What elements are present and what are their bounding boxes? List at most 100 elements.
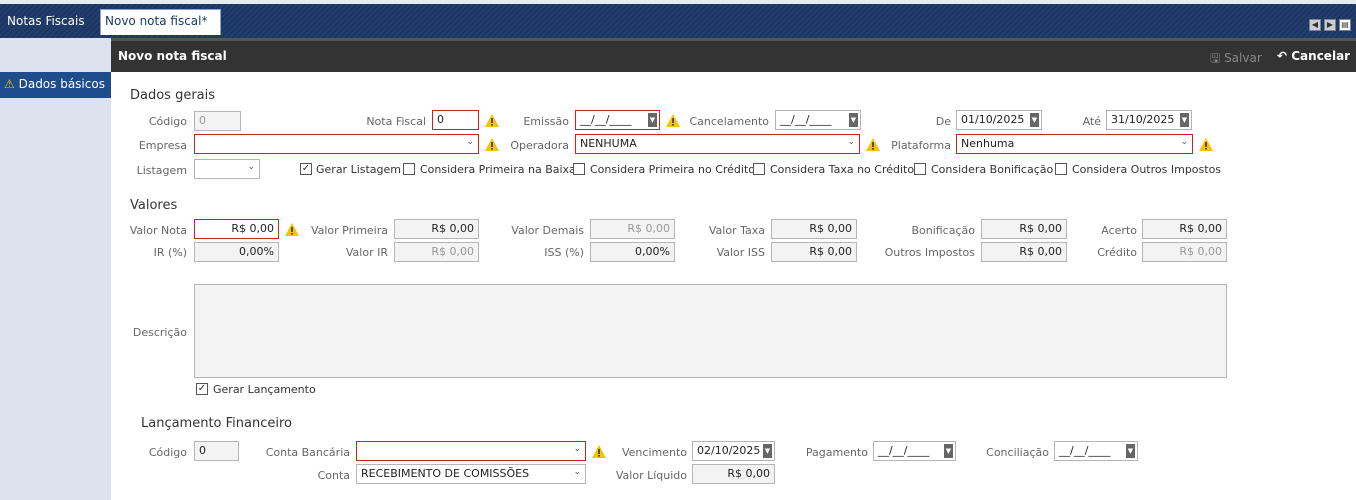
section-lancamento-financeiro: Lançamento Financeiro: [141, 416, 293, 431]
ate-label: Até: [1082, 115, 1101, 128]
gerar-listagem-label: Gerar Listagem: [316, 163, 402, 176]
valor-primeira-field[interactable]: R$ 0,00: [394, 219, 479, 239]
valor-liquido-label: Valor Líquido: [615, 469, 687, 482]
considera-outros-impostos-label: Considera Outros Impostos: [1072, 163, 1222, 176]
emissao-date-field[interactable]: __/__/____ ▼: [575, 110, 660, 130]
pagamento-date-field[interactable]: __/__/____ ▼: [873, 441, 956, 461]
lanc-codigo-label: Código: [148, 446, 187, 459]
warning-icon: [485, 114, 499, 127]
iss-field[interactable]: 0,00%: [590, 242, 675, 262]
codigo-label: Código: [148, 115, 187, 128]
warning-icon: [285, 223, 299, 236]
ir-label: IR (%): [153, 246, 187, 259]
section-dados-gerais: Dados gerais: [130, 88, 216, 103]
lanc-codigo-field[interactable]: 0: [194, 441, 239, 461]
ate-date-field[interactable]: 31/10/2025 ▼: [1106, 110, 1192, 130]
listagem-label: Listagem: [136, 164, 187, 177]
acerto-field[interactable]: R$ 0,00: [1142, 219, 1227, 239]
conta-bancaria-label: Conta Bancária: [265, 446, 350, 459]
ir-field[interactable]: 0,00%: [194, 242, 279, 262]
calendar-dropdown-icon[interactable]: ▼: [648, 113, 657, 127]
chevron-down-icon: ⌄: [247, 162, 255, 172]
valor-liquido-field[interactable]: R$ 0,00: [692, 464, 775, 484]
chevron-down-icon: ⌄: [1180, 137, 1188, 147]
considera-taxa-credito-label: Considera Taxa no Crédito: [770, 163, 915, 176]
codigo-field[interactable]: 0: [194, 111, 241, 131]
save-button[interactable]: 🖫 Salvar: [1210, 49, 1262, 70]
tab-bar: Notas Fiscais Novo nota fiscal* ◀ ▶ ▤: [0, 0, 1356, 38]
plataforma-label: Plataforma: [891, 139, 951, 152]
gerar-lancamento-checkbox[interactable]: ✓: [196, 383, 208, 395]
cancelamento-date-field[interactable]: __/__/____ ▼: [775, 110, 861, 130]
empresa-label: Empresa: [138, 139, 187, 152]
sidebar: ⚠ Dados básicos: [0, 38, 111, 500]
credito-field[interactable]: R$ 0,00: [1142, 242, 1227, 262]
tab-notas-fiscais[interactable]: Notas Fiscais: [0, 8, 92, 38]
warning-icon: [1199, 138, 1213, 151]
gerar-lancamento-label: Gerar Lançamento: [213, 383, 316, 396]
undo-icon: ↶: [1277, 49, 1288, 63]
chevron-down-icon: ⌄: [573, 444, 581, 454]
credito-label: Crédito: [1097, 246, 1137, 259]
pagamento-label: Pagamento: [805, 446, 868, 459]
considera-primeira-credito-checkbox[interactable]: [573, 163, 585, 175]
conta-bancaria-select[interactable]: ⌄: [356, 441, 586, 461]
descricao-label: Descrição: [132, 326, 187, 339]
de-date-field[interactable]: 01/10/2025 ▼: [956, 110, 1042, 130]
cancel-button[interactable]: ↶ Cancelar: [1277, 49, 1350, 63]
calendar-dropdown-icon[interactable]: ▼: [1030, 113, 1039, 127]
valor-taxa-field[interactable]: R$ 0,00: [771, 219, 857, 239]
calendar-dropdown-icon[interactable]: ▼: [763, 444, 772, 458]
conciliacao-date-field[interactable]: __/__/____ ▼: [1054, 441, 1138, 461]
warning-icon: [866, 138, 880, 151]
valor-ir-field[interactable]: R$ 0,00: [394, 242, 479, 262]
operadora-select[interactable]: NENHUMA ⌄: [575, 134, 860, 154]
considera-outros-impostos-checkbox[interactable]: [1055, 163, 1067, 175]
considera-primeira-baixa-label: Considera Primeira na Baixa: [420, 163, 576, 176]
panel-title: Novo nota fiscal: [118, 49, 227, 63]
chevron-down-icon: ⌄: [466, 137, 474, 147]
calendar-dropdown-icon[interactable]: ▼: [944, 444, 953, 458]
tab-novo-nota-fiscal[interactable]: Novo nota fiscal*: [100, 9, 221, 35]
considera-bonificacao-label: Considera Bonificação: [931, 163, 1054, 176]
listagem-select[interactable]: ⌄: [194, 159, 260, 179]
section-valores: Valores: [130, 198, 178, 213]
plataforma-select[interactable]: Nenhuma ⌄: [956, 134, 1193, 154]
vencimento-date-field[interactable]: 02/10/2025 ▼: [692, 441, 775, 461]
valor-demais-field[interactable]: R$ 0,00: [590, 219, 675, 239]
tab-next-icon[interactable]: ▶: [1324, 19, 1336, 31]
tab-list-icon[interactable]: ▤: [1339, 19, 1351, 31]
chevron-down-icon: ⌄: [847, 137, 855, 147]
form-panel: Novo nota fiscal 🖫 Salvar ↶ Cancelar: [111, 38, 1356, 500]
valor-nota-field[interactable]: R$ 0,00: [194, 219, 279, 239]
calendar-dropdown-icon[interactable]: ▼: [1180, 113, 1189, 127]
calendar-dropdown-icon[interactable]: ▼: [1126, 444, 1135, 458]
gerar-listagem-checkbox[interactable]: ✓: [300, 163, 312, 175]
valor-taxa-label: Valor Taxa: [708, 224, 765, 237]
outros-impostos-label: Outros Impostos: [884, 246, 975, 259]
descricao-textarea[interactable]: [194, 284, 1227, 378]
tab-prev-icon[interactable]: ◀: [1309, 19, 1321, 31]
bonificacao-label: Bonificação: [911, 224, 975, 237]
valor-iss-field[interactable]: R$ 0,00: [771, 242, 857, 262]
calendar-dropdown-icon[interactable]: ▼: [849, 113, 858, 127]
de-label: De: [935, 115, 951, 128]
save-icon: 🖫: [1210, 51, 1221, 65]
outros-impostos-field[interactable]: R$ 0,00: [981, 242, 1067, 262]
warning-icon: [666, 114, 680, 127]
considera-primeira-baixa-checkbox[interactable]: [403, 163, 415, 175]
nota-fiscal-label: Nota Fiscal: [366, 115, 426, 128]
considera-bonificacao-checkbox[interactable]: [914, 163, 926, 175]
valor-iss-label: Valor ISS: [716, 246, 765, 259]
sidebar-item-dados-basicos[interactable]: ⚠ Dados básicos: [0, 72, 111, 98]
emissao-label: Emissão: [523, 115, 569, 128]
chevron-down-icon: ⌄: [573, 467, 581, 477]
considera-taxa-credito-checkbox[interactable]: [753, 163, 765, 175]
valor-primeira-label: Valor Primeira: [310, 224, 388, 237]
acerto-label: Acerto: [1101, 224, 1137, 237]
bonificacao-field[interactable]: R$ 0,00: [981, 219, 1067, 239]
empresa-select[interactable]: ⌄: [194, 134, 479, 154]
conta-select[interactable]: RECEBIMENTO DE COMISSÕES ⌄: [356, 464, 586, 484]
nota-fiscal-field[interactable]: 0: [432, 110, 479, 130]
operadora-label: Operadora: [510, 139, 569, 152]
